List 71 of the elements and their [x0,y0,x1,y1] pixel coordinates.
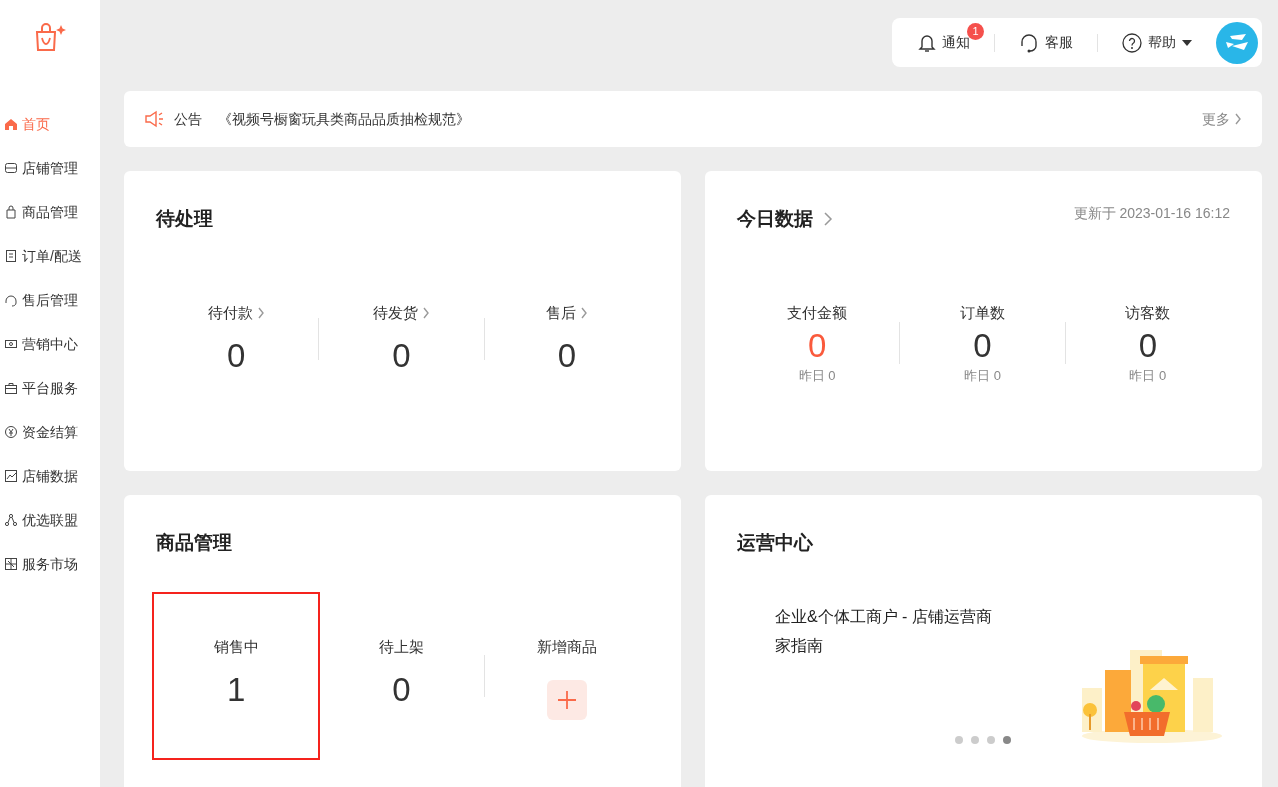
headset-icon [1019,32,1039,53]
sidebar-item[interactable]: 营销中心 [0,322,100,366]
sidebar-item[interactable]: 店铺管理 [0,146,100,190]
yen-icon [4,425,18,439]
chart-icon [4,469,18,483]
update-time: 更新于 2023-01-16 16:12 [1073,204,1230,223]
stat-label: 订单数 [959,302,1006,323]
store-icon [4,161,18,175]
grid-icon [4,557,18,571]
stat-value: 0 [556,336,578,376]
stat-label[interactable]: 待发货 [373,301,430,324]
notice-label: 公告 [174,109,202,129]
carousel-dot[interactable] [971,736,979,744]
chevron-icon [256,306,265,319]
carousel-dot[interactable] [987,736,995,744]
chevron-icon [422,306,430,319]
stat-value: 1 [226,670,247,710]
sidebar-item[interactable]: 资金结算 [0,410,100,454]
stat-value: 0 [972,326,993,366]
chevron-icon [823,212,833,227]
logo-icon [33,22,67,52]
help-button[interactable]: 帮助 [1122,32,1192,53]
stat-label: 支付金额 [786,302,849,323]
bag-icon [4,205,18,219]
card-title[interactable]: 今日数据 [737,205,813,234]
briefcase-icon [4,381,18,395]
yesterday-value: 昨日 0 [1128,366,1168,385]
stat-label: 新增商品 [535,636,598,657]
stat-value: 0 [226,336,247,376]
network-icon [4,513,18,527]
avatar[interactable] [1216,21,1258,64]
yesterday-value: 昨日 0 [963,366,1002,385]
ticket-icon [4,337,18,351]
carousel-dot[interactable] [955,736,963,744]
sidebar-item[interactable]: 店铺数据 [0,454,100,498]
speaker-icon [144,110,166,128]
stat-value: 0 [807,326,828,366]
home-icon [4,117,18,131]
plus-icon [556,690,577,710]
add-button[interactable] [546,680,587,720]
stat-label: 访客数 [1124,302,1172,323]
sidebar-item[interactable]: 服务市场 [0,542,100,586]
article-link[interactable]: 企业&个体工商户 - 店铺运营商家指南 [775,601,993,744]
sidebar-item[interactable]: 售后管理 [0,278,100,322]
bell-icon [918,32,936,53]
caret-icon [1182,39,1192,46]
carousel-dot[interactable] [1003,736,1011,744]
stat-label[interactable]: 售后 [545,301,588,324]
stat-value: 0 [391,336,412,376]
sidebar-item[interactable]: 优选联盟 [0,498,100,542]
card-title: 运营中心 [737,531,813,555]
notice-link[interactable]: 《视频号橱窗玩具类商品品质抽检规范》 [218,108,470,130]
sidebar-item[interactable]: 订单/配送 [0,234,100,278]
stat-label: 待上架 [378,636,425,657]
help-icon [1122,32,1142,53]
sidebar-item[interactable]: 商品管理 [0,190,100,234]
stat-label: 销售中 [212,636,260,657]
stat-value: 0 [1137,326,1159,366]
stat-label[interactable]: 待付款 [207,301,265,324]
more-link[interactable]: 更多 [1202,108,1242,130]
chevron-icon [1234,113,1242,125]
sidebar-item[interactable]: 平台服务 [0,366,100,410]
notification-button[interactable]: 通知 [918,32,970,53]
service-button[interactable]: 客服 [1019,32,1073,53]
headset-icon [4,293,18,307]
card-title: 待处理 [156,207,213,231]
card-title: 商品管理 [156,531,232,555]
clipboard-icon [4,249,18,263]
stat-value: 0 [391,670,412,710]
yesterday-value: 昨日 0 [797,366,837,385]
chevron-icon [579,306,588,319]
